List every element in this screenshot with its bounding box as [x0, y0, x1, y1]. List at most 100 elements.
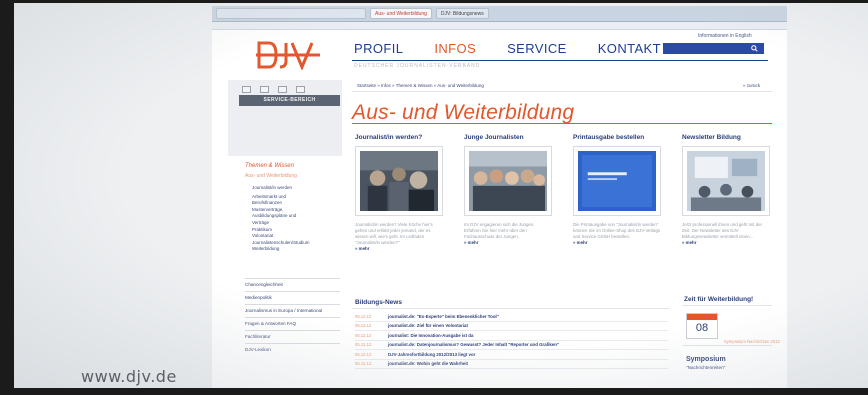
mehr-link[interactable]: » mehr: [464, 240, 559, 245]
site-tagline: DEUTSCHER JOURNALISTEN-VERBAND: [354, 63, 481, 69]
teaser-text: Journalist/in werden? Viele Köche hier's…: [355, 222, 433, 245]
nav-service[interactable]: SERVICE: [507, 41, 567, 56]
news-date: 05.12.12: [355, 323, 372, 329]
page-title: Aus- und Weiterbildung: [352, 101, 575, 124]
sidebar-main-item[interactable]: Fragen & Antworten FAQ: [245, 317, 340, 330]
news-title[interactable]: DJV-Jahresfortbildung 2012/2013 liegt vo…: [388, 352, 475, 357]
teaser-text: Im DJV engagieren sich die Jungen. Erfah…: [464, 222, 535, 239]
projected-screen: Aus- und Weiterbildung DJV: Bildungsnews…: [14, 3, 868, 388]
mail-icon[interactable]: [260, 86, 269, 93]
title-underline: [352, 123, 772, 124]
teaser-image[interactable]: [682, 146, 770, 216]
news-date: 05.12.12: [355, 342, 372, 348]
sidebar-item[interactable]: Arbeitsmarkt und: [252, 194, 340, 201]
mehr-link[interactable]: » mehr: [355, 246, 450, 251]
sidebar-item[interactable]: Ausbildungspläne und: [252, 213, 340, 220]
sidebar-section-sub[interactable]: Aus- und Weiterbildung: [245, 173, 297, 179]
teaser-text: Die Printausgabe von "Journalist/in werd…: [573, 222, 661, 239]
news-item[interactable]: 05.12.12 journalist.de: Wohin geht die W…: [355, 360, 668, 369]
event-divider: [682, 345, 772, 346]
teaser-image[interactable]: [355, 146, 443, 216]
news-heading: Bildungs-News: [355, 299, 402, 306]
browser-address-stub[interactable]: [216, 8, 366, 19]
news-title[interactable]: journalist: Die Innovation-Ausgabe ist d…: [388, 333, 473, 338]
calendar-note: Symposium Nachrichten 2012: [724, 339, 780, 344]
teaser-heading[interactable]: Newsletter Bildung: [682, 134, 777, 146]
book-cover-image: [578, 151, 656, 211]
share-icon[interactable]: [296, 86, 305, 93]
sidebar-item[interactable]: Verträge: [252, 220, 340, 227]
news-item[interactable]: 05.12.12 journalist.de: "Ex-Experte" bei…: [355, 312, 668, 322]
main-nav: PROFIL INFOS SERVICE KONTAKT: [354, 41, 661, 56]
teaser-column: Journalist/in werden? Journalist/in werd…: [355, 134, 450, 251]
sidebar-main-item[interactable]: Medienpolitik: [245, 291, 340, 304]
nav-infos[interactable]: INFOS: [434, 41, 476, 56]
teaser-heading[interactable]: Journalist/in werden?: [355, 134, 450, 146]
sidebar-main-item[interactable]: Journalismus in Europa / International: [245, 304, 340, 317]
breadcrumb[interactable]: Startseite » Infos » Themen & Wissen » A…: [357, 83, 484, 88]
browser-tab-active[interactable]: Aus- und Weiterbildung: [370, 8, 432, 19]
zeit-heading: Zeit für Weiterbildung!: [684, 296, 754, 303]
sidebar-item[interactable]: Journalistenschulen/Studium: [252, 240, 340, 247]
event-subtitle: "Nachrichtenreiten": [686, 365, 726, 370]
teaser-heading[interactable]: Junge Journalisten: [464, 134, 559, 146]
url-watermark: www.djv.de: [81, 367, 177, 386]
sidebar-sub-list: Journalist/in werden Arbeitsmarkt und Be…: [252, 185, 340, 253]
news-divider: [352, 308, 670, 309]
browser-tab-2[interactable]: DJV: Bildungsnews: [435, 8, 489, 19]
djv-website: DEUTSCHER JOURNALISTEN-VERBAND Informati…: [212, 30, 787, 388]
news-item[interactable]: 05.12.12 DJV-Jahresfortbildung 2012/2013…: [355, 350, 668, 360]
search-box[interactable]: [663, 43, 764, 54]
news-date: 05.12.12: [355, 332, 372, 338]
sidebar-main-list: Chancengleichheit Medienpolitik Journali…: [245, 278, 340, 356]
sidebar-main-item[interactable]: Chancengleichheit: [245, 278, 340, 291]
breadcrumb-divider: [352, 91, 772, 92]
browser-toolbar: [212, 22, 787, 30]
photo-crowd-image: [360, 151, 438, 211]
news-item[interactable]: 05.12.12 journalist: Die Innovation-Ausg…: [355, 331, 668, 341]
calendar-icon[interactable]: 08: [686, 313, 718, 339]
news-date: 05.12.12: [355, 351, 372, 357]
news-title[interactable]: journalist.de: "Ex-Experte" beim Ebenenk…: [388, 314, 499, 319]
news-date: 05.12.12: [355, 361, 372, 367]
sidebar-item[interactable]: Volontariat: [252, 233, 340, 240]
teaser-column: Newsletter Bildung Jetzt professionell i…: [682, 134, 777, 245]
back-link[interactable]: « zurück: [743, 83, 760, 88]
sidebar-item[interactable]: Journalist/in werden: [252, 185, 340, 192]
photo-group-image: [469, 151, 547, 211]
djv-logo[interactable]: [256, 40, 324, 70]
classroom-image: [687, 151, 765, 211]
sidebar-main-item[interactable]: DJV-Lexikon: [245, 343, 340, 356]
calendar-day: 08: [695, 322, 709, 334]
event-title[interactable]: Symposium: [686, 356, 726, 363]
mehr-link[interactable]: » mehr: [573, 240, 668, 245]
news-title[interactable]: journalist.de: Ziel für einen Volontaria…: [388, 323, 468, 328]
nav-profil[interactable]: PROFIL: [354, 41, 403, 56]
news-item[interactable]: 05.12.12 journalist.de: Ziel für einen V…: [355, 322, 668, 331]
teaser-image[interactable]: [464, 146, 552, 216]
browser-tab-bar: Aus- und Weiterbildung DJV: Bildungsnews: [212, 6, 787, 22]
sidebar-section-title[interactable]: Themen & Wissen: [245, 163, 294, 169]
nav-divider: [352, 60, 768, 61]
news-item[interactable]: 05.12.12 journalist.de: Datenjournalismu…: [355, 341, 668, 350]
teaser-heading[interactable]: Printausgabe bestellen: [573, 134, 668, 146]
bookmark-icon[interactable]: [278, 86, 287, 93]
news-list: 05.12.12 journalist.de: "Ex-Experte" bei…: [355, 312, 668, 369]
news-title[interactable]: journalist.de: Datenjournalismus? Gewuss…: [388, 342, 559, 347]
news-title[interactable]: journalist.de: Wohin geht die Wahrheit: [388, 361, 468, 366]
sidebar-item[interactable]: Weiterbildung: [252, 246, 340, 253]
service-bereich-button[interactable]: SERVICE-BEREICH: [239, 95, 340, 106]
teaser-image[interactable]: [573, 146, 661, 216]
sidebar-item[interactable]: Praktikum: [252, 227, 340, 234]
nav-kontakt[interactable]: KONTAKT: [598, 41, 661, 56]
sidebar-item[interactable]: Berufsfinanzen: [252, 200, 340, 207]
teaser-text: Jetzt professionell ihnen und geht mit d…: [682, 222, 763, 239]
print-icon[interactable]: [242, 86, 251, 93]
teaser-column: Printausgabe bestellen Die Printausgabe …: [573, 134, 668, 245]
search-icon[interactable]: [751, 45, 758, 52]
teaser-column: Junge Journalisten Im DJV engagieren sic…: [464, 134, 559, 245]
sidebar-main-item[interactable]: Fachliteratur: [245, 330, 340, 343]
mehr-link[interactable]: » mehr: [682, 240, 777, 245]
english-link[interactable]: Informationen in English: [698, 33, 752, 39]
sidebar-item[interactable]: Musterverträge,: [252, 207, 340, 214]
